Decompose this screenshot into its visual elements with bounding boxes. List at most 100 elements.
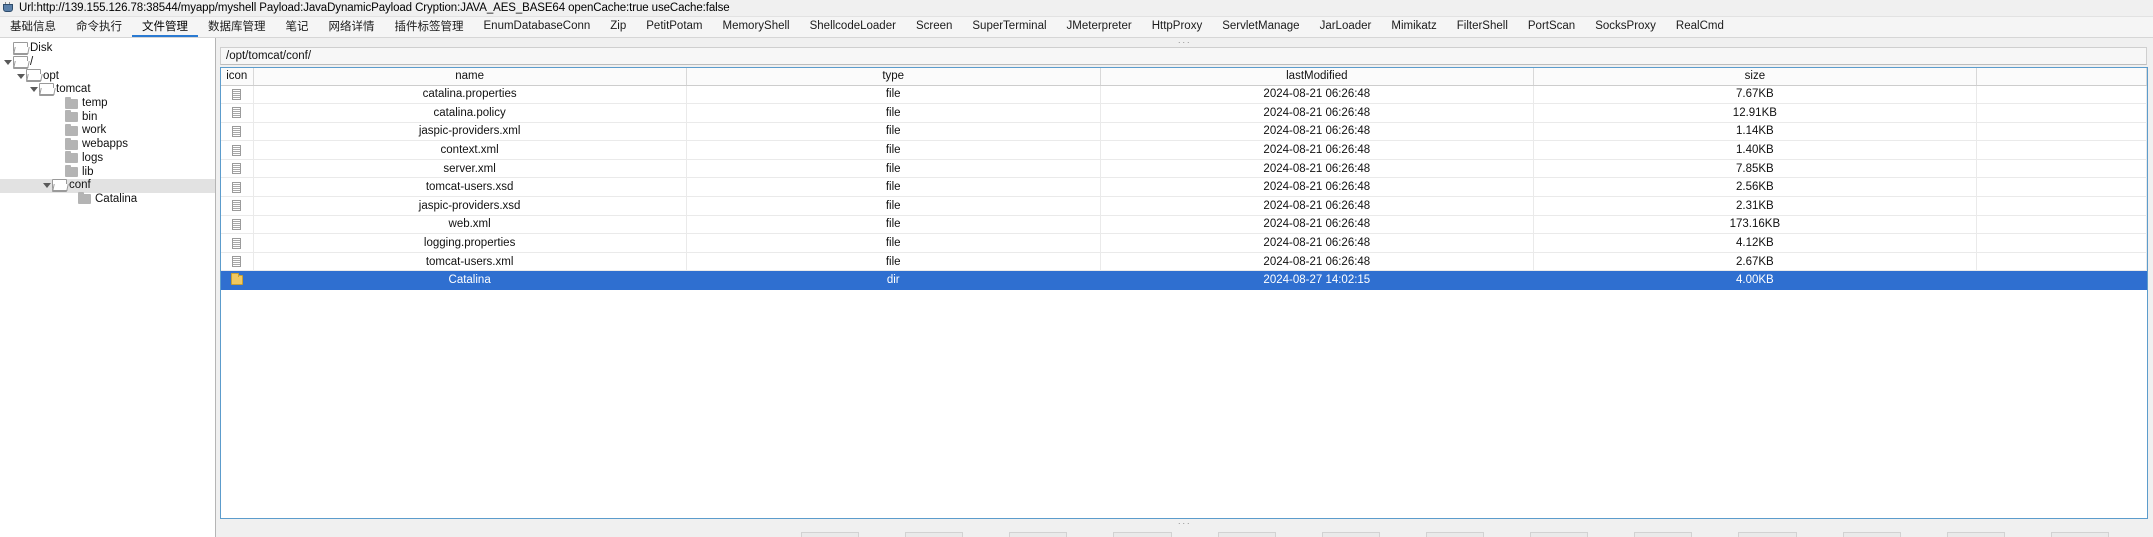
tree-item[interactable]: tomcat [0, 82, 215, 97]
table-row[interactable]: Catalina dir 2024-08-27 14:02:15 4.00KB [221, 270, 2147, 291]
cell-icon [221, 177, 254, 198]
tree-item[interactable]: temp [0, 96, 215, 111]
chevron-down-icon[interactable] [41, 183, 52, 188]
table-row[interactable]: context.xml file 2024-08-21 06:26:48 1.40KB [221, 140, 2147, 160]
tree-item[interactable]: webapps [0, 137, 215, 152]
table-row[interactable]: web.xml file 2024-08-21 06:26:48 173.16KB [221, 215, 2147, 235]
file-table-body[interactable]: catalina.properties file 2024-08-21 06:26:… [221, 85, 2147, 291]
tree-item[interactable]: logs [0, 151, 215, 166]
tab-20[interactable]: PortScan [1518, 17, 1585, 37]
bottom-tab-stub[interactable] [1217, 532, 1276, 537]
tree-item-label: work [82, 124, 107, 137]
top-splitter-handle[interactable]: ··· [216, 36, 2153, 47]
tree-item[interactable]: lib [0, 165, 215, 179]
cell-filler [1976, 140, 2147, 160]
table-row[interactable]: tomcat-users.xml file 2024-08-21 06:26:48 2… [221, 252, 2147, 272]
cell-name: Catalina [253, 270, 687, 291]
tab-11[interactable]: ShellcodeLoader [800, 17, 906, 37]
tab-19[interactable]: FilterShell [1447, 17, 1518, 37]
tree-item[interactable]: bin [0, 110, 215, 124]
cell-icon [221, 252, 254, 272]
tab-21[interactable]: SocksProxy [1585, 17, 1666, 37]
tab-12[interactable]: Screen [906, 17, 962, 37]
cell-icon [221, 159, 254, 179]
bottom-splitter-handle[interactable]: ··· [216, 519, 2153, 528]
column-header-filler [1976, 68, 2147, 86]
cell-name: server.xml [253, 159, 687, 179]
tab-15[interactable]: HttpProxy [1142, 17, 1213, 37]
file-icon [232, 181, 242, 193]
tab-16[interactable]: ServletManage [1212, 17, 1309, 37]
main-tabbar[interactable]: 基础信息 命令执行 文件管理 数据库管理 笔记 网络详情 插件标签管理 EnumDatabas… [0, 17, 2153, 38]
tab-10[interactable]: MemoryShell [713, 17, 800, 37]
tab-14[interactable]: JMeterpreter [1057, 17, 1142, 37]
tree-item-label: / [30, 56, 34, 69]
file-tree-sidebar[interactable]: Disk / opt tomcat temp bin work webapps logs lib c… [0, 38, 216, 537]
tab-1[interactable]: 命令执行 [66, 17, 132, 37]
bottom-tab-stubs[interactable] [216, 527, 2153, 537]
table-row[interactable]: server.xml file 2024-08-21 06:26:48 7.85KB [221, 159, 2147, 179]
table-row[interactable]: jaspic-providers.xsd file 2024-08-21 06:26… [221, 196, 2147, 216]
column-header-size[interactable]: size [1533, 68, 1977, 86]
tab-5[interactable]: 网络详情 [319, 17, 385, 37]
table-row[interactable]: tomcat-users.xsd file 2024-08-21 06:26:48 2… [221, 177, 2147, 198]
bottom-tab-stub[interactable] [1425, 532, 1485, 537]
bottom-tab-stub[interactable] [1842, 532, 1901, 537]
table-row[interactable]: catalina.properties file 2024-08-21 06:26:… [221, 85, 2147, 105]
top-splitter-dots: ··· [1177, 36, 1192, 47]
cell-size: 7.67KB [1533, 85, 1977, 105]
path-input[interactable]: /opt/tomcat/conf/ [220, 47, 2147, 65]
bottom-tab-stub[interactable] [1009, 532, 1068, 537]
tree-item-label: lib [82, 165, 94, 178]
tab-9[interactable]: PetitPotam [636, 17, 712, 37]
tab-8[interactable]: Zip [600, 17, 636, 37]
cell-type: file [686, 103, 1101, 123]
table-row[interactable]: logging.properties file 2024-08-21 06:26:4… [221, 233, 2147, 253]
tree-item[interactable]: Catalina [0, 192, 215, 207]
chevron-down-icon[interactable] [2, 60, 13, 65]
tab-4[interactable]: 笔记 [276, 17, 319, 37]
folder-closed-icon [65, 96, 78, 109]
file-icon [232, 125, 242, 137]
tree-item[interactable]: Disk [0, 41, 215, 56]
bottom-tab-stub[interactable] [1113, 532, 1172, 537]
tab-6[interactable]: 插件标签管理 [385, 17, 474, 37]
bottom-tab-stub[interactable] [1634, 532, 1693, 537]
tab-0[interactable]: 基础信息 [0, 17, 66, 37]
bottom-tab-stub[interactable] [905, 532, 964, 537]
cell-type: file [686, 122, 1101, 142]
file-icon [232, 256, 242, 268]
cell-size: 2.56KB [1533, 177, 1977, 198]
bottom-tab-stub[interactable] [1321, 532, 1380, 537]
bottom-tab-stub[interactable] [1946, 532, 2005, 537]
tab-2[interactable]: 文件管理 [132, 17, 198, 37]
tree-item[interactable]: / [0, 55, 215, 70]
bottom-tab-stub[interactable] [1530, 532, 1589, 537]
column-header-type[interactable]: type [686, 68, 1101, 86]
bottom-tab-stub[interactable] [801, 532, 860, 537]
chevron-down-icon[interactable] [28, 87, 39, 92]
tab-22[interactable]: RealCmd [1666, 17, 1734, 37]
tab-7[interactable]: EnumDatabaseConn [474, 17, 601, 37]
tree-item[interactable]: work [0, 123, 215, 138]
table-row[interactable]: jaspic-providers.xml file 2024-08-21 06:26… [221, 122, 2147, 142]
cell-size: 1.14KB [1533, 122, 1977, 142]
tab-17[interactable]: JarLoader [1310, 17, 1382, 37]
cell-lastModified: 2024-08-21 06:26:48 [1100, 196, 1534, 216]
tree-item[interactable]: conf [0, 178, 215, 193]
cell-lastModified: 2024-08-21 06:26:48 [1100, 159, 1534, 179]
tree-item[interactable]: opt [0, 69, 215, 83]
column-header-lastModified[interactable]: lastModified [1100, 68, 1534, 86]
bottom-tab-stub[interactable] [1738, 532, 1797, 537]
file-table-container[interactable]: icon name type lastModified size catalina.pr… [220, 67, 2148, 519]
chevron-down-icon[interactable] [15, 74, 26, 79]
tab-13[interactable]: SuperTerminal [962, 17, 1056, 37]
table-row[interactable]: catalina.policy file 2024-08-21 06:26:48 12… [221, 103, 2147, 123]
bottom-tab-stub[interactable] [2050, 532, 2110, 537]
cell-type: file [686, 177, 1101, 198]
tab-3[interactable]: 数据库管理 [198, 17, 276, 37]
column-header-icon[interactable]: icon [221, 68, 254, 86]
tab-18[interactable]: Mimikatz [1381, 17, 1446, 37]
file-table: icon name type lastModified size catalina.pr… [221, 68, 2147, 291]
column-header-name[interactable]: name [253, 68, 687, 86]
